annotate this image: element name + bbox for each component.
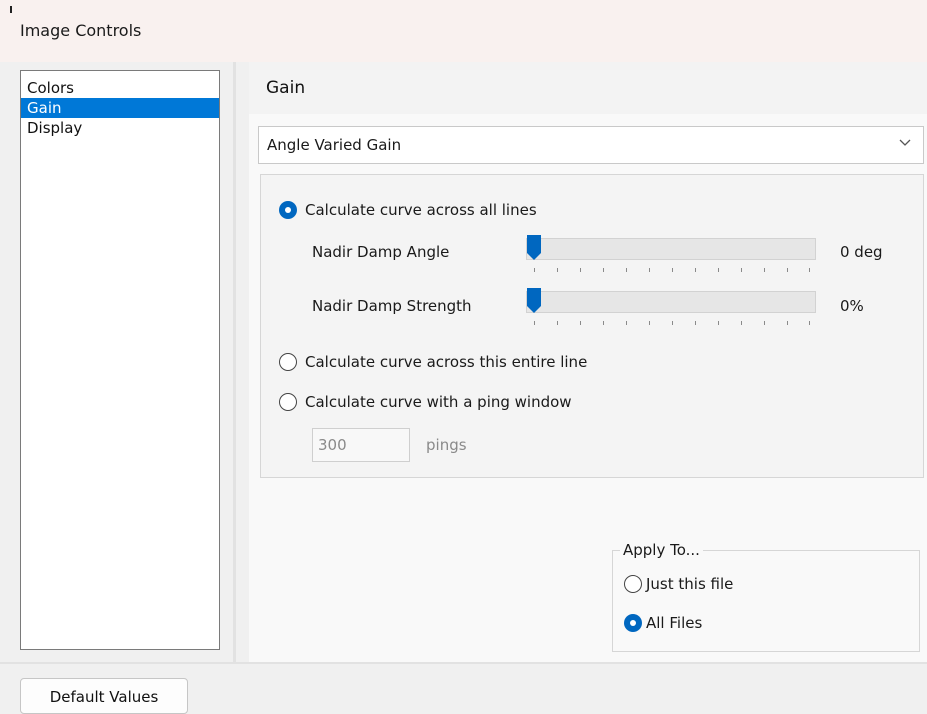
radio-indicator [279, 353, 297, 371]
apply-to-legend: Apply To... [620, 541, 703, 559]
panel-header [249, 62, 927, 114]
radio-all-files-label: All Files [646, 614, 703, 632]
radio-all-lines[interactable]: Calculate curve across all lines [279, 200, 537, 220]
nadir-angle-label: Nadir Damp Angle [312, 243, 450, 261]
nadir-angle-slider-thumb[interactable] [527, 235, 541, 261]
radio-just-this-file-label: Just this file [646, 575, 734, 593]
nadir-angle-value: 0 deg [840, 243, 883, 261]
ping-window-input[interactable]: 300 [312, 428, 410, 462]
gain-type-dropdown[interactable]: Angle Varied Gain [258, 126, 924, 164]
panel-divider [233, 62, 236, 662]
radio-entire-line[interactable]: Calculate curve across this entire line [279, 352, 587, 372]
gain-type-value: Angle Varied Gain [267, 136, 402, 154]
window-title: Image Controls [20, 21, 142, 40]
ping-window-unit: pings [426, 436, 467, 454]
radio-ping-window[interactable]: Calculate curve with a ping window [279, 392, 572, 412]
panel-title: Gain [266, 78, 306, 98]
nadir-strength-slider-thumb[interactable] [527, 288, 541, 314]
radio-all-lines-label: Calculate curve across all lines [305, 201, 537, 219]
nadir-strength-ticks [534, 321, 824, 327]
nav-item-gain[interactable]: Gain [21, 98, 219, 118]
nadir-angle-slider[interactable] [526, 238, 816, 260]
nadir-angle-ticks [534, 268, 824, 274]
radio-indicator [624, 614, 642, 632]
radio-all-files[interactable]: All Files [624, 613, 702, 633]
footer-divider [0, 662, 927, 664]
default-values-button[interactable]: Default Values [20, 678, 188, 714]
nadir-strength-value: 0% [840, 297, 864, 315]
radio-indicator [624, 575, 642, 593]
apply-to-group [612, 550, 920, 652]
title-bar-mark [10, 6, 12, 13]
radio-indicator [279, 393, 297, 411]
nav-item-colors[interactable]: Colors [21, 78, 219, 98]
chevron-down-icon [899, 139, 911, 146]
nav-item-display[interactable]: Display [21, 118, 219, 138]
radio-just-this-file[interactable]: Just this file [624, 574, 733, 594]
category-list[interactable]: Colors Gain Display [20, 70, 220, 650]
title-bar: Image Controls [0, 0, 927, 62]
radio-indicator [279, 201, 297, 219]
radio-ping-window-label: Calculate curve with a ping window [305, 393, 572, 411]
nadir-strength-slider[interactable] [526, 291, 816, 313]
nadir-strength-label: Nadir Damp Strength [312, 297, 472, 315]
radio-entire-line-label: Calculate curve across this entire line [305, 353, 588, 371]
